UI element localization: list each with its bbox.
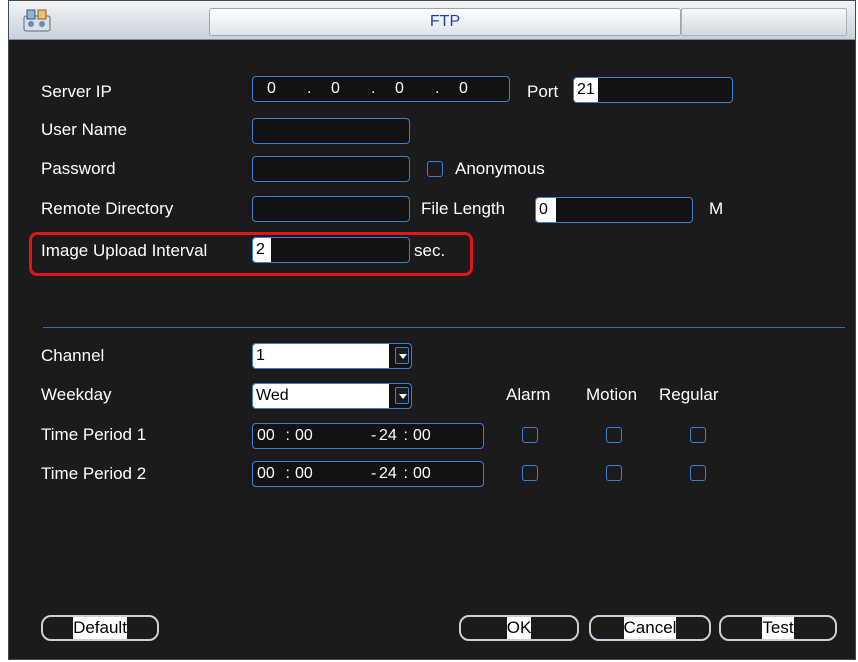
chevron-down-icon[interactable]: [395, 387, 409, 404]
time-period-1-input[interactable]: 00 : 00 - 24 : 00: [252, 423, 484, 449]
ip-dot: .: [371, 80, 376, 97]
file-length-value: 0: [536, 198, 556, 222]
default-button[interactable]: Default: [41, 615, 159, 641]
test-button[interactable]: Test: [719, 615, 837, 641]
upload-interval-label: Image Upload Interval: [41, 241, 208, 260]
server-ip-label: Server IP: [41, 82, 112, 101]
time-range-dash: -: [371, 427, 377, 444]
column-header-alarm: Alarm: [506, 385, 551, 404]
ok-button-label: OK: [506, 617, 532, 639]
weekday-label: Weekday: [41, 385, 112, 404]
column-header-motion: Motion: [586, 385, 638, 404]
remote-directory-input[interactable]: [252, 196, 410, 222]
cancel-button-label: Cancel: [623, 617, 677, 639]
title-bar-right-panel: [681, 8, 847, 36]
port-label: Port: [527, 82, 559, 101]
section-divider: [43, 327, 845, 328]
ip-octet-2[interactable]: 0: [331, 77, 340, 101]
anonymous-label: Anonymous: [455, 159, 545, 178]
time-period-1-motion-checkbox[interactable]: [606, 427, 622, 443]
time-period-1-end-minute[interactable]: 00: [413, 424, 431, 448]
chevron-down-icon[interactable]: [395, 347, 409, 364]
ip-octet-4[interactable]: 0: [459, 77, 468, 101]
user-name-input[interactable]: [252, 118, 410, 144]
time-range-dash: -: [371, 465, 377, 482]
window-title: FTP: [429, 13, 461, 30]
time-separator: :: [281, 465, 290, 482]
upload-interval-value: 2: [253, 238, 271, 262]
password-input[interactable]: [252, 156, 410, 182]
ok-button[interactable]: OK: [459, 615, 579, 641]
ip-dot: .: [435, 80, 440, 97]
time-separator: :: [399, 427, 408, 444]
app-icon: [23, 9, 51, 32]
time-period-2-motion-checkbox[interactable]: [606, 465, 622, 481]
time-separator: :: [281, 427, 290, 444]
weekday-select[interactable]: Wed: [252, 383, 412, 409]
weekday-value: Wed: [253, 384, 389, 408]
file-length-unit: M: [709, 199, 724, 218]
user-name-label: User Name: [41, 120, 127, 139]
remote-directory-label: Remote Directory: [41, 199, 174, 218]
upload-interval-unit: sec.: [414, 241, 446, 260]
time-period-1-start-minute[interactable]: 00: [295, 424, 313, 448]
time-period-2-end-minute[interactable]: 00: [413, 462, 431, 486]
time-period-1-label: Time Period 1: [41, 425, 147, 444]
time-separator: :: [399, 465, 408, 482]
time-period-2-start-minute[interactable]: 00: [295, 462, 313, 486]
time-period-2-alarm-checkbox[interactable]: [522, 465, 538, 481]
channel-select[interactable]: 1: [252, 343, 412, 369]
cancel-button[interactable]: Cancel: [589, 615, 711, 641]
column-header-regular: Regular: [659, 385, 719, 404]
time-period-2-regular-checkbox[interactable]: [690, 465, 706, 481]
file-length-label: File Length: [421, 199, 506, 218]
ip-octet-3[interactable]: 0: [395, 77, 404, 101]
ip-octet-1[interactable]: 0: [267, 77, 276, 101]
ftp-dialog: FTP Server IP 0 . 0 . 0 . 0 Port 21 User…: [8, 0, 856, 660]
title-field: FTP: [209, 8, 681, 36]
ip-dot: .: [307, 80, 312, 97]
time-period-1-end-hour[interactable]: 24: [379, 424, 397, 448]
time-period-2-label: Time Period 2: [41, 464, 147, 483]
port-input[interactable]: 21: [573, 77, 733, 103]
default-button-label: Default: [73, 617, 127, 639]
time-period-1-alarm-checkbox[interactable]: [522, 427, 538, 443]
test-button-label: Test: [762, 617, 794, 639]
title-bar: FTP: [9, 1, 855, 40]
password-label: Password: [41, 159, 116, 178]
time-period-2-input[interactable]: 00 : 00 - 24 : 00: [252, 461, 484, 487]
server-ip-input[interactable]: 0 . 0 . 0 . 0: [252, 76, 510, 102]
time-period-2-start-hour[interactable]: 00: [257, 462, 275, 486]
port-value: 21: [574, 78, 598, 102]
time-period-1-start-hour[interactable]: 00: [257, 424, 275, 448]
channel-value: 1: [253, 344, 389, 368]
upload-interval-input[interactable]: 2: [252, 237, 410, 263]
file-length-input[interactable]: 0: [535, 197, 693, 223]
time-period-2-end-hour[interactable]: 24: [379, 462, 397, 486]
time-period-1-regular-checkbox[interactable]: [690, 427, 706, 443]
channel-label: Channel: [41, 346, 105, 365]
anonymous-checkbox[interactable]: [427, 161, 443, 177]
